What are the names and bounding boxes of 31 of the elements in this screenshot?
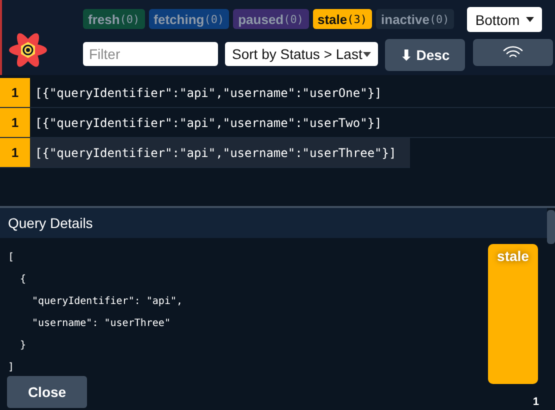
observer-count: 1 [0, 108, 30, 137]
close-button[interactable]: Close [7, 376, 87, 408]
code-line: { [20, 274, 26, 284]
code-line: [ [8, 252, 14, 262]
caret-icon [363, 52, 371, 56]
observer-count: 1 [532, 396, 539, 408]
query-key: [{"queryIdentifier":"api","username":"userTwo"}] [35, 116, 382, 130]
status-badge: stale [488, 244, 538, 384]
wifi-icon [503, 46, 523, 59]
status-chip: inactive(0) [376, 9, 454, 29]
flower-logo-icon [8, 30, 48, 70]
sort-select[interactable]: Sort by Status > Last [225, 42, 378, 66]
status-chip: stale(3) [312, 9, 372, 29]
position-select[interactable]: Bottom [467, 7, 542, 32]
query-key: [{"queryIdentifier":"api","username":"userThree"}] [35, 146, 396, 160]
code-line: "username": "userThree" [32, 318, 170, 328]
status-chip: fresh(0) [83, 9, 145, 29]
query-row[interactable]: 1 [{"queryIdentifier":"api","username":"userOne"}] [0, 78, 555, 108]
query-row[interactable]: 1 [{"queryIdentifier":"api","username":"userThree"}] [0, 138, 410, 168]
code-line: ] [8, 362, 14, 372]
sort-direction-button[interactable]: ⬇ Desc [385, 39, 465, 71]
online-toggle-button[interactable] [473, 39, 553, 66]
observer-count: 1 [0, 138, 30, 167]
code-line: } [20, 340, 26, 350]
code-line: "queryIdentifier": "api", [32, 296, 183, 306]
filter-field[interactable]: Filter [83, 42, 218, 66]
query-key: [{"queryIdentifier":"api","username":"userOne"}] [35, 86, 382, 100]
caret-icon [526, 17, 534, 22]
status-chip: paused(0) [233, 9, 308, 29]
status-chip: fetching(0) [148, 9, 230, 29]
observer-count: 1 [0, 78, 30, 107]
